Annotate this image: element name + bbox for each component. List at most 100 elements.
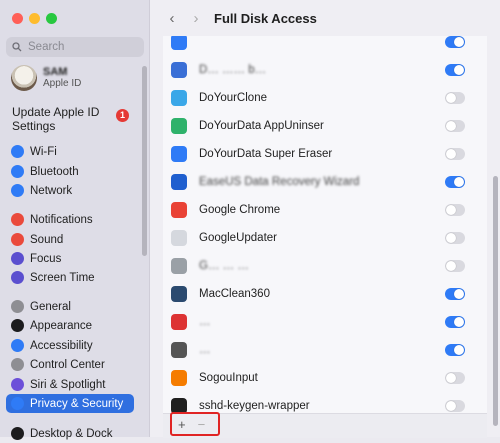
sidebar-item-accessibility[interactable]: Accessibility [6,336,134,355]
app-icon [171,174,187,190]
access-toggle[interactable] [445,204,465,216]
access-toggle[interactable] [445,344,465,356]
remove-app-button[interactable]: − [198,417,206,432]
app-row[interactable]: Google Chrome [163,196,487,224]
app-name: … [199,344,211,356]
app-icon [171,118,187,134]
sidebar-item-general[interactable]: General [6,297,134,316]
app-row[interactable]: … [163,336,487,364]
app-icon [171,202,187,218]
access-toggle[interactable] [445,92,465,104]
app-icon [171,36,187,50]
app-row[interactable]: DoYourData Super Eraser [163,140,487,168]
app-icon [171,342,187,358]
back-button[interactable]: ‹ [162,10,182,27]
sidebar-item-notifications[interactable]: Notifications [6,210,134,229]
speaker-icon [11,233,24,246]
bell-icon [11,213,24,226]
apple-id-profile[interactable]: SAM Apple ID [11,65,81,91]
access-toggle[interactable] [445,36,465,48]
sidebar-item-focus[interactable]: Focus [6,249,134,268]
app-icon [171,62,187,78]
profile-name: SAM [43,66,68,78]
page-title: Full Disk Access [214,10,317,26]
control-center-icon [11,358,24,371]
sidebar-item-appearance[interactable]: Appearance [6,316,134,335]
app-row[interactable]: GoogleUpdater [163,224,487,252]
app-icon [171,258,187,274]
sidebar-item-screen-time[interactable]: Screen Time [6,268,134,287]
sidebar-item-siri-spotlight[interactable]: Siri & Spotlight [6,375,134,394]
access-toggle[interactable] [445,120,465,132]
app-icon [171,146,187,162]
update-apple-id-settings[interactable]: Update Apple ID Settings [12,105,134,133]
app-name: … [199,316,211,328]
app-row[interactable]: G… … … [163,252,487,280]
sidebar-item-label: Desktop & Dock [30,427,113,440]
moon-icon [11,252,24,265]
sidebar-item-control-center[interactable]: Control Center [6,355,134,374]
close-window-button[interactable] [12,13,23,24]
app-row[interactable]: SogouInput [163,364,487,392]
app-icon [171,90,187,106]
sidebar-item-network[interactable]: Network [6,181,134,200]
notification-badge: 1 [116,109,129,122]
sidebar-item-label: Bluetooth [30,165,79,178]
access-toggle[interactable] [445,176,465,188]
siri-icon [11,378,24,391]
search-input[interactable] [26,40,140,54]
forward-button[interactable]: › [186,10,206,27]
app-name: G… … … [199,260,249,272]
access-toggle[interactable] [445,64,465,76]
app-icon [171,370,187,386]
app-row[interactable] [163,36,487,56]
access-toggle[interactable] [445,400,465,412]
accessibility-icon [11,339,24,352]
sidebar-search[interactable] [6,37,144,57]
app-row[interactable]: D… …… b… [163,56,487,84]
sidebar-item-label: Control Center [30,358,105,371]
access-toggle[interactable] [445,148,465,160]
app-name: MacClean360 [199,288,270,300]
hand-icon [11,397,24,410]
app-name: DoYourData Super Eraser [199,148,333,160]
minimize-window-button[interactable] [29,13,40,24]
app-name: D… …… b… [199,64,267,76]
toolbar: ‹ › Full Disk Access [150,0,500,36]
sidebar-item-desktop-dock[interactable]: Desktop & Dock [6,424,134,443]
access-toggle[interactable] [445,260,465,272]
add-app-button[interactable]: + [178,417,186,432]
app-name: sshd-keygen-wrapper [199,400,310,412]
access-toggle[interactable] [445,288,465,300]
window-controls [12,13,57,24]
add-remove-controls: + − [170,412,220,436]
globe-icon [11,184,24,197]
sidebar-item-label: Accessibility [30,339,93,352]
access-toggle[interactable] [445,316,465,328]
zoom-window-button[interactable] [46,13,57,24]
sidebar-scrollbar[interactable] [142,66,147,256]
sidebar: SAM Apple ID Update Apple ID Settings 1 … [0,0,150,440]
bluetooth-icon [11,165,24,178]
sidebar-item-label: Wi-Fi [30,145,57,158]
appearance-icon [11,319,24,332]
avatar [11,65,37,91]
app-name: DoYourData AppUninser [199,120,324,132]
access-toggle[interactable] [445,372,465,384]
app-row[interactable]: … [163,308,487,336]
app-row[interactable]: MacClean360 [163,280,487,308]
app-row[interactable]: DoYourData AppUninser [163,112,487,140]
app-row[interactable]: DoYourClone [163,84,487,112]
sidebar-item-wi-fi[interactable]: Wi-Fi [6,142,134,161]
sidebar-item-label: Notifications [30,213,93,226]
app-row[interactable]: EaseUS Data Recovery Wizard [163,168,487,196]
sidebar-item-sound[interactable]: Sound [6,230,134,249]
list-scrollbar[interactable] [493,176,498,426]
gear-icon [11,300,24,313]
access-toggle[interactable] [445,232,465,244]
app-name: EaseUS Data Recovery Wizard [199,176,360,188]
sidebar-item-bluetooth[interactable]: Bluetooth [6,162,134,181]
app-name: SogouInput [199,372,258,384]
sidebar-item-label: General [30,300,71,313]
sidebar-item-privacy-security[interactable]: Privacy & Security [6,394,134,413]
